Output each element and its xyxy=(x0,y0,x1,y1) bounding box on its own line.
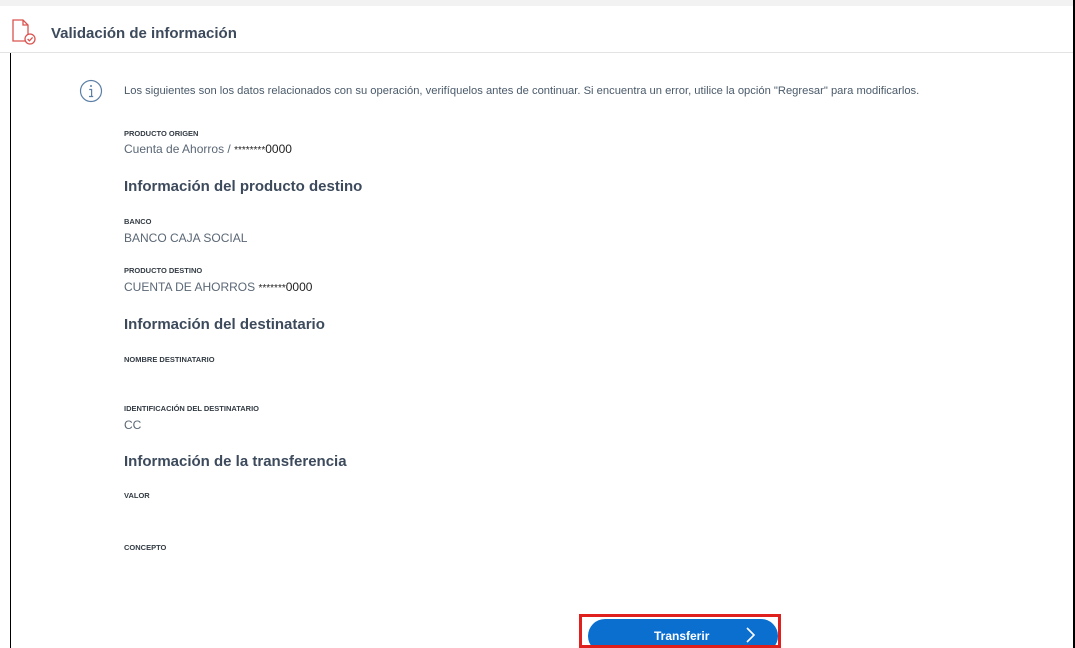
recipient-name-label: NOMBRE DESTINATARIO xyxy=(124,355,215,364)
destination-account-mask: ******* xyxy=(258,283,286,294)
origin-account-type: Cuenta de Ahorros / xyxy=(124,142,231,156)
page-title: Validación de información xyxy=(51,25,237,42)
transfer-button-highlight xyxy=(579,614,781,648)
destination-section-title: Información del producto destino xyxy=(124,178,363,195)
destination-product-label: PRODUCTO DESTINO xyxy=(124,266,203,275)
recipient-id-label: IDENTIFICACIÓN DEL DESTINATARIO xyxy=(124,404,259,413)
frame-border-left xyxy=(10,48,11,648)
origin-account-last-digits: 0000 xyxy=(265,142,292,156)
origin-product-label: PRODUCTO ORIGEN xyxy=(124,129,199,138)
bank-value: BANCO CAJA SOCIAL xyxy=(124,231,248,245)
amount-label: VALOR xyxy=(124,491,150,500)
recipient-id-value: CC xyxy=(124,418,142,432)
transfer-section-title: Información de la transferencia xyxy=(124,453,347,470)
info-icon xyxy=(79,79,103,103)
concept-label: CONCEPTO xyxy=(124,543,167,552)
destination-account-type: CUENTA DE AHORROS xyxy=(124,280,256,294)
origin-account-mask: ******** xyxy=(234,145,266,156)
destination-product-value: CUENTA DE AHORROS *******0000 xyxy=(124,280,312,294)
recipient-section-title: Información del destinatario xyxy=(124,316,325,333)
origin-product-value: Cuenta de Ahorros / ********0000 xyxy=(124,142,292,156)
page-header: Validación de información xyxy=(0,6,1073,53)
info-message: Los siguientes son los datos relacionado… xyxy=(124,85,920,97)
document-check-icon xyxy=(12,19,36,45)
destination-account-last-digits: 0000 xyxy=(285,280,313,294)
transfer-validation-page: Validación de información Los siguientes… xyxy=(0,0,1075,648)
bank-label: BANCO xyxy=(124,217,152,226)
